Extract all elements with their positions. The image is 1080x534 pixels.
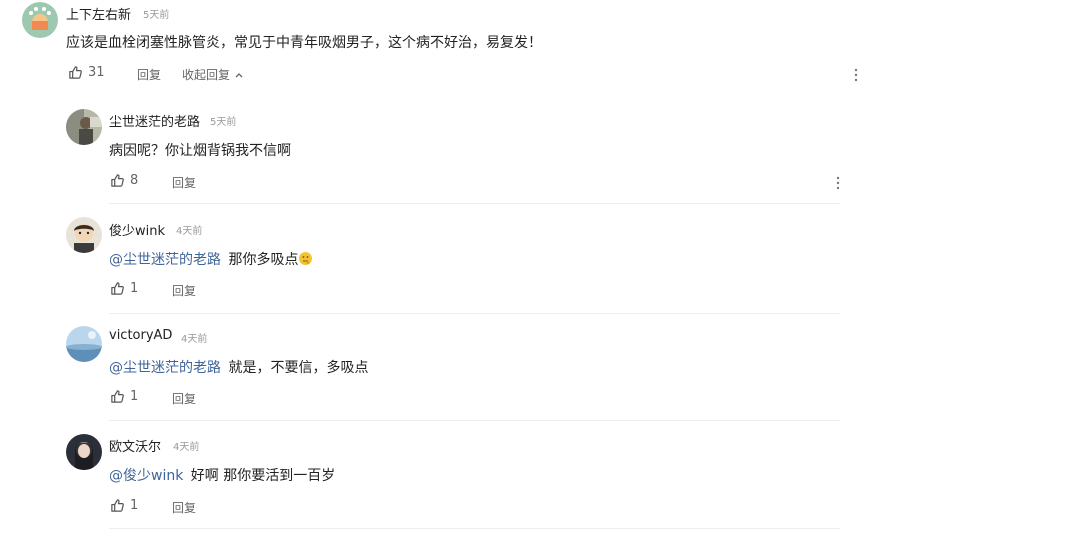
timestamp: 4天前 <box>176 226 203 237</box>
divider <box>109 528 840 529</box>
timestamp: 5天前 <box>143 10 170 21</box>
reply-button[interactable]: 回复 <box>172 282 196 299</box>
reply-button[interactable]: 回复 <box>137 66 161 83</box>
more-options-icon[interactable] <box>836 176 840 190</box>
like-button[interactable]: 1 <box>110 389 138 404</box>
divider <box>109 313 840 314</box>
timestamp: 4天前 <box>181 334 208 345</box>
username[interactable]: 俊少wink <box>109 220 165 239</box>
avatar[interactable] <box>66 326 102 362</box>
thumbs-up-icon <box>111 390 124 403</box>
avatar[interactable] <box>22 2 58 38</box>
like-button[interactable]: 1 <box>110 498 138 513</box>
avatar[interactable] <box>66 434 102 470</box>
divider <box>109 420 840 421</box>
comment-body: 就是，不要信，多吸点 <box>228 360 369 376</box>
username[interactable]: 上下左右新 <box>66 4 131 23</box>
reply-button[interactable]: 回复 <box>172 499 196 516</box>
collapse-replies-button[interactable]: 收起回复 <box>182 66 244 83</box>
comment-text: 应该是血栓闭塞性脉管炎，常见于中青年吸烟男子，这个病不好治，易复发！ <box>66 35 542 51</box>
comment-body: 那你多吸点 <box>228 252 299 268</box>
timestamp: 4天前 <box>173 442 200 453</box>
comment-text: @尘世迷茫的老路 那你多吸点 <box>109 249 313 269</box>
mention-link[interactable]: @尘世迷茫的老路 <box>109 252 221 268</box>
avatar[interactable] <box>66 109 102 145</box>
timestamp: 5天前 <box>210 117 237 128</box>
mention-link[interactable]: @俊少wink <box>109 468 183 484</box>
reply-button[interactable]: 回复 <box>172 390 196 407</box>
collapse-replies-label: 收起回复 <box>182 68 231 82</box>
like-count: 8 <box>130 173 139 188</box>
like-count: 1 <box>130 498 139 513</box>
reply-button[interactable]: 回复 <box>172 174 196 191</box>
chevron-up-icon <box>235 72 243 77</box>
username[interactable]: 尘世迷茫的老路 <box>109 111 200 130</box>
comment-text: @俊少wink 好啊 那你要活到一百岁 <box>109 465 335 485</box>
mention-link[interactable]: @尘世迷茫的老路 <box>109 360 221 376</box>
avatar[interactable] <box>66 217 102 253</box>
like-count: 1 <box>130 281 139 296</box>
more-options-icon[interactable] <box>854 68 858 82</box>
like-button[interactable]: 31 <box>68 65 105 80</box>
thumbs-up-icon <box>111 174 124 187</box>
username[interactable]: victoryAD <box>109 328 172 343</box>
thinking-emoji-icon <box>299 252 313 265</box>
username[interactable]: 欧文沃尔 <box>109 436 161 455</box>
thumbs-up-icon <box>111 499 124 512</box>
like-count: 1 <box>130 389 139 404</box>
comment-text: @尘世迷茫的老路 就是，不要信，多吸点 <box>109 357 368 377</box>
thumbs-up-icon <box>111 282 124 295</box>
like-button[interactable]: 1 <box>110 281 138 296</box>
divider <box>109 203 840 204</box>
like-count: 31 <box>88 65 105 80</box>
like-button[interactable]: 8 <box>110 173 138 188</box>
comment-body: 好啊 那你要活到一百岁 <box>190 468 336 484</box>
comment-text: 病因呢？你让烟背锅我不信啊 <box>109 143 291 159</box>
thumbs-up-icon <box>69 66 82 79</box>
